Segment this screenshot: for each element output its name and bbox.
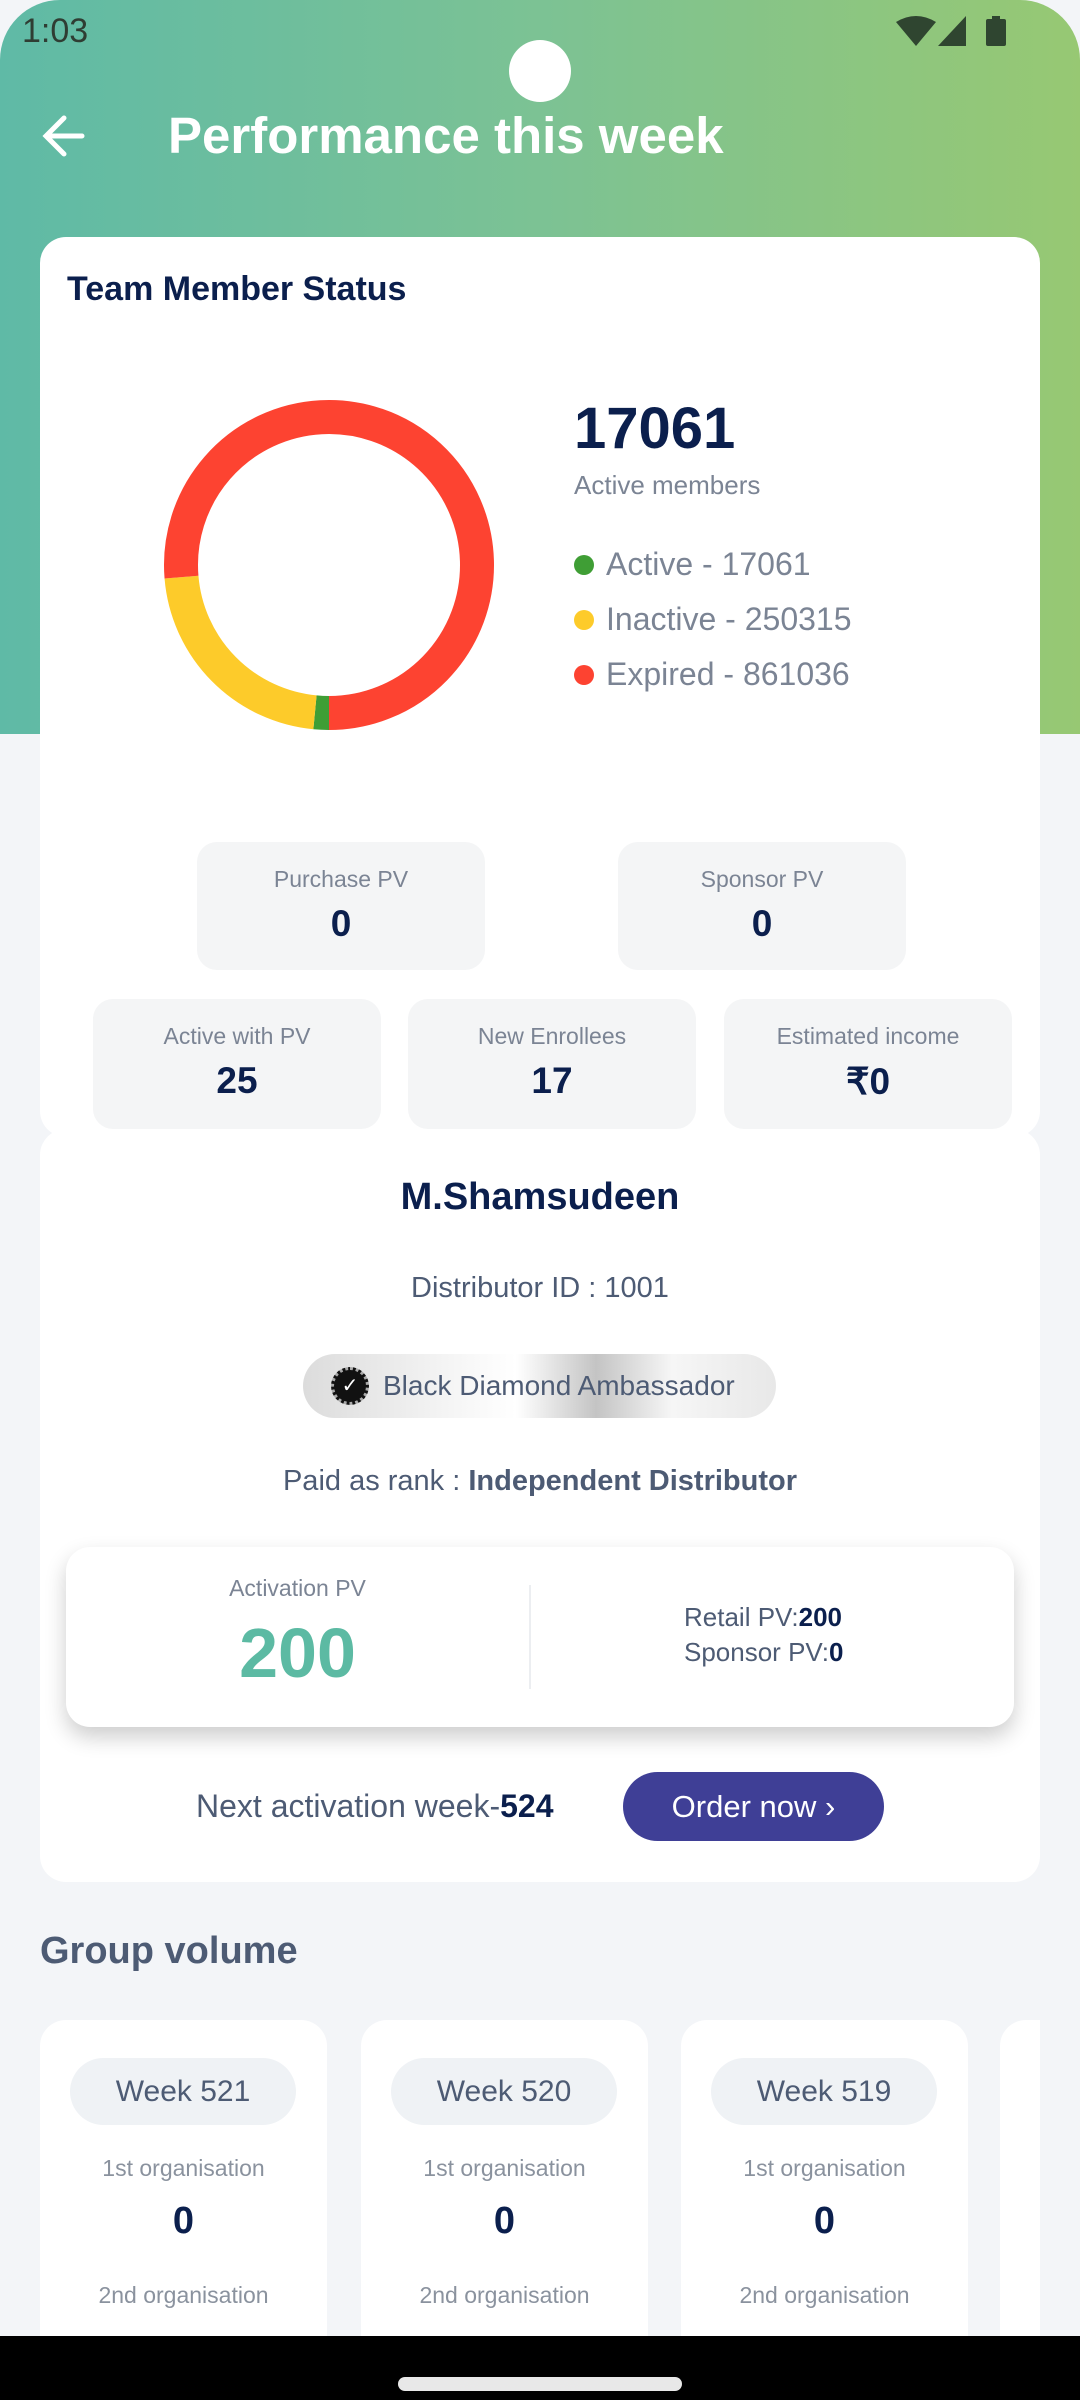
org1-value: 0 xyxy=(493,2200,516,2242)
status-time: 1:03 xyxy=(22,12,89,50)
org2-label: 2nd organisation xyxy=(98,2282,269,2308)
next-activation-week: 524 xyxy=(500,1788,554,1824)
signal-icon xyxy=(938,16,966,46)
rank-badge-label: Black Diamond Ambassador xyxy=(383,1370,735,1401)
activation-label: Activation PV xyxy=(229,1575,366,1601)
org1-label: 1st organisation xyxy=(743,2155,906,2181)
stat-value: ₹0 xyxy=(845,1061,891,1102)
legend-expired: Expired - 861036 xyxy=(574,656,850,693)
org1-label: 1st organisation xyxy=(423,2155,586,2181)
wifi-icon xyxy=(896,16,936,46)
legend-dot xyxy=(574,554,594,575)
home-indicator[interactable] xyxy=(398,2377,682,2391)
activation-box: Activation PV 200 Retail PV:200 Sponsor … xyxy=(66,1547,1014,1727)
legend-active: Active - 17061 xyxy=(574,546,811,583)
stat-label: Active with PV xyxy=(163,1023,311,1049)
profile-card xyxy=(40,1129,1040,1882)
page-title: Performance this week xyxy=(168,107,724,164)
stat-value: 17 xyxy=(531,1060,573,1101)
stat-active-with-pv: Active with PV 25 xyxy=(93,999,381,1129)
stat-new-enrollees: New Enrollees 17 xyxy=(408,999,696,1129)
sponsor-pv: Sponsor PV:0 xyxy=(684,1637,843,1668)
org1-value: 0 xyxy=(172,2200,195,2242)
sponsor-pv-label: Sponsor PV: xyxy=(684,1637,830,1667)
week-pill: Week 521 xyxy=(70,2058,296,2125)
member-donut-chart xyxy=(164,400,494,730)
legend-label: Expired - 861036 xyxy=(606,656,850,692)
retail-pv: Retail PV:200 xyxy=(684,1602,842,1633)
sponsor-pv-value: 0 xyxy=(829,1637,844,1667)
distributor-name: M.Shamsudeen xyxy=(400,1176,680,1218)
next-activation: Next activation week-524 xyxy=(196,1788,554,1825)
org2-label: 2nd organisation xyxy=(739,2282,910,2308)
stat-value: 0 xyxy=(330,903,352,944)
active-members-label: Active members xyxy=(574,470,761,500)
active-members-count: 17061 xyxy=(574,396,736,461)
stat-value: 0 xyxy=(751,903,773,944)
retail-pv-label: Retail PV: xyxy=(684,1602,799,1632)
divider xyxy=(529,1585,531,1689)
order-now-button[interactable]: Order now › xyxy=(623,1772,884,1841)
week-pill: Week 520 xyxy=(391,2058,617,2125)
distributor-id: Distributor ID : 1001 xyxy=(411,1272,669,1304)
legend-label: Inactive - 250315 xyxy=(606,601,852,637)
next-activation-label: Next activation week- xyxy=(196,1788,501,1824)
retail-pv-value: 200 xyxy=(798,1602,843,1632)
stat-label: New Enrollees xyxy=(477,1023,627,1049)
card-title: Team Member Status xyxy=(67,270,407,308)
paid-as-label: Paid as rank : xyxy=(282,1465,469,1497)
legend-dot xyxy=(574,609,594,630)
battery-icon xyxy=(986,16,1006,46)
donut-slice-active xyxy=(313,695,330,730)
week-pill: Week 519 xyxy=(711,2058,937,2125)
stat-value: 25 xyxy=(216,1060,258,1101)
legend-dot xyxy=(574,664,594,685)
stat-label: Estimated income xyxy=(776,1023,960,1049)
stat-sponsor-pv: Sponsor PV 0 xyxy=(618,842,906,970)
org1-label: 1st organisation xyxy=(102,2155,265,2181)
stat-estimated-income: Estimated income ₹0 xyxy=(724,999,1012,1129)
stat-label: Purchase PV xyxy=(273,866,409,892)
group-volume-title: Group volume xyxy=(40,1930,298,1972)
legend-inactive: Inactive - 250315 xyxy=(574,601,852,638)
donut-slice-inactive xyxy=(164,575,317,730)
arrow-left-icon[interactable] xyxy=(40,108,90,164)
diamond-rank-icon: ✓ xyxy=(331,1367,369,1405)
stat-label: Sponsor PV xyxy=(700,866,824,892)
camera-cutout xyxy=(509,40,571,102)
paid-as-rank: Paid as rank : Independent Distributor xyxy=(40,1465,1040,1498)
stat-purchase-pv: Purchase PV 0 xyxy=(197,842,485,970)
legend-label: Active - 17061 xyxy=(606,546,811,582)
rank-badge: ✓ Black Diamond Ambassador xyxy=(303,1354,776,1418)
org2-label: 2nd organisation xyxy=(419,2282,590,2308)
org1-value: 0 xyxy=(813,2200,836,2242)
activation-value: 200 xyxy=(239,1614,356,1692)
paid-as-value: Independent Distributor xyxy=(468,1465,798,1497)
